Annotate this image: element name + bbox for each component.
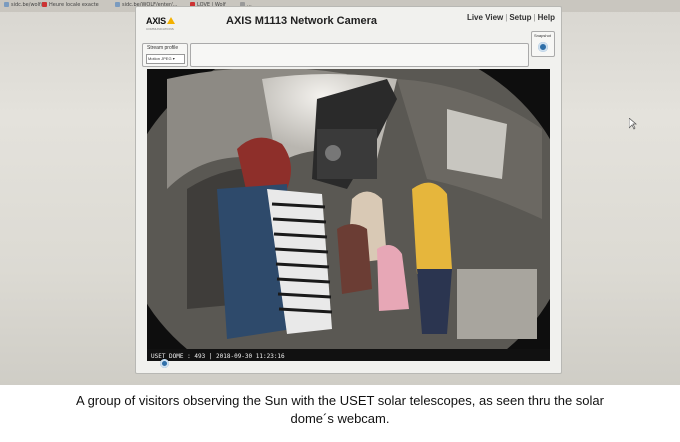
snapshot-box: Snapshot [531, 31, 555, 57]
snapshot-label: Snapshot [534, 33, 551, 38]
equipment-table [457, 269, 537, 339]
axis-logo: AXIS [146, 16, 175, 26]
tab-favicon-icon [42, 2, 47, 7]
browser-tab[interactable]: Heure locale exacte [42, 2, 99, 8]
top-nav: Live View | Setup | Help [467, 13, 555, 22]
visitor-yellow-shirt [412, 182, 452, 274]
visitor-jeans [417, 269, 452, 334]
nav-separator: | [505, 13, 508, 22]
mouse-cursor-icon [629, 118, 637, 130]
stream-profile-select[interactable]: Motion JPEG ▾ [146, 54, 185, 64]
nav-separator: | [533, 13, 536, 22]
tab-favicon-icon [4, 2, 9, 7]
live-video-frame[interactable]: USET DOME : 493 | 2018-09-30 11:23:16 [147, 69, 550, 361]
video-scene [147, 69, 550, 361]
camera-web-ui: AXIS COMMUNICATIONS AXIS M1113 Network C… [135, 6, 562, 374]
monitor-photo: sidc.be/wolf/ Heure locale exacte sidc.b… [0, 0, 680, 385]
logo-triangle-icon [166, 17, 175, 24]
visitor-child-brown [337, 224, 372, 294]
caption-line-2: dome´s webcam. [290, 411, 390, 426]
help-link[interactable]: Help [538, 13, 555, 22]
toolbar-box [190, 43, 529, 67]
photo-caption: A group of visitors observing the Sun wi… [20, 392, 660, 428]
live-view-link[interactable]: Live View [467, 13, 503, 22]
browser-tab[interactable]: sidc.be/wolf/ [4, 2, 42, 8]
stream-profile-box: Stream profile Motion JPEG ▾ [142, 43, 188, 67]
info-icon[interactable] [160, 359, 169, 368]
telescope-knob [325, 145, 341, 161]
caption-line-1: A group of visitors observing the Sun wi… [76, 393, 604, 408]
tab-favicon-icon [115, 2, 120, 7]
video-timestamp-overlay: USET DOME : 493 | 2018-09-30 11:23:16 [151, 353, 285, 360]
chevron-down-icon: ▾ [172, 56, 175, 61]
stream-profile-label: Stream profile [147, 45, 179, 51]
setup-link[interactable]: Setup [509, 13, 531, 22]
logo-subtitle: COMMUNICATIONS [146, 27, 174, 31]
snapshot-camera-icon[interactable] [538, 42, 548, 52]
page-title: AXIS M1113 Network Camera [226, 15, 378, 27]
